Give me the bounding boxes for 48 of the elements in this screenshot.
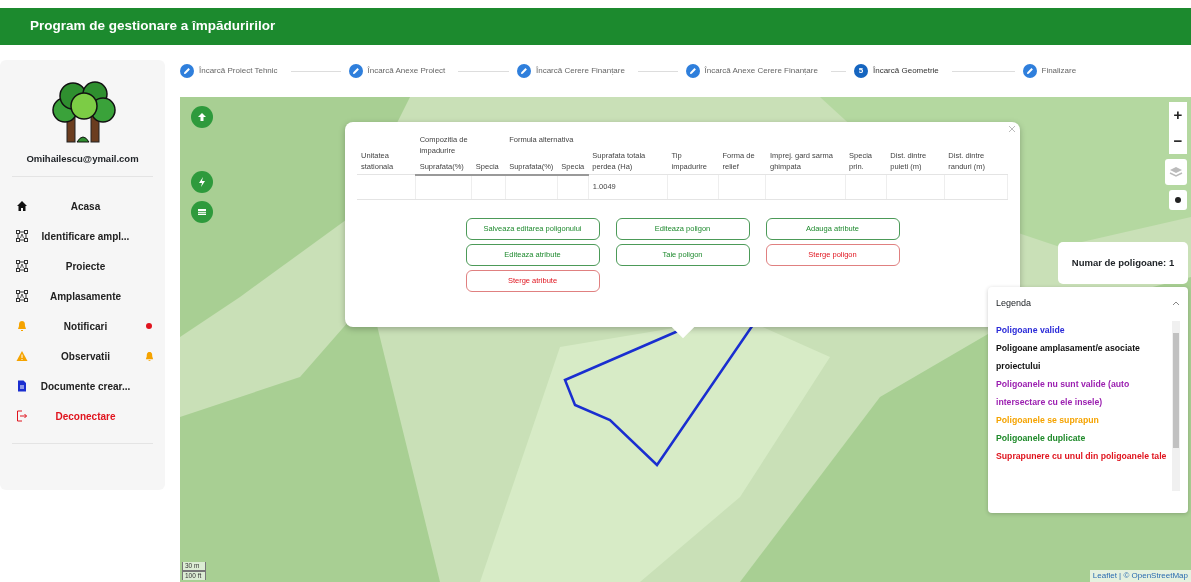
stepper-step[interactable]: Încarcă Anexe Proiect	[348, 64, 517, 78]
polygon-count: Numar de poligoane: 1	[1058, 242, 1188, 284]
stepper-step[interactable]: Finalizare	[1022, 64, 1191, 78]
legend-item: Poligoanele nu sunt valide (auto intersectare cu ele insele)	[996, 377, 1131, 409]
legend-item: Poligoane amplasament/e asociate proiectului	[996, 341, 1141, 373]
marker-button[interactable]	[1169, 190, 1187, 210]
pencil-icon	[688, 67, 697, 75]
warning-icon	[16, 350, 28, 363]
pencil-icon	[183, 67, 191, 75]
list-icon	[197, 207, 207, 217]
pencil-icon	[520, 67, 528, 75]
app-title: Program de gestionare a împăduririlor	[30, 17, 276, 36]
legend-item: Poligoanele se suprapun	[996, 413, 1100, 427]
pencil-icon	[351, 67, 360, 75]
sidebar-item[interactable]: Deconectare	[0, 401, 165, 432]
layers-icon	[1169, 166, 1183, 178]
stepper-step[interactable]: Încarcă Cerere Finanțare	[517, 64, 686, 78]
map-attribution: Leaflet | © OpenStreetMap	[1089, 570, 1191, 582]
collapse-icon[interactable]	[1172, 301, 1180, 307]
frame-icon	[16, 230, 28, 243]
frame-icon	[16, 260, 28, 273]
sidebar-item[interactable]: Amplasamente	[0, 281, 165, 312]
layers-button[interactable]	[1165, 159, 1187, 185]
scrollbar[interactable]	[1172, 320, 1180, 491]
legend-item: Suprapunere cu unul din poligoanele tale	[996, 449, 1168, 463]
sidebar-item[interactable]: Acasa	[0, 191, 165, 222]
pencil-icon	[1025, 67, 1034, 75]
logout-icon	[16, 410, 28, 423]
legend-title: Legenda	[996, 297, 1032, 310]
stepper-step[interactable]: Încarcă Proiect Tehnic	[180, 64, 349, 78]
sidebar-item[interactable]: Notificari	[0, 311, 165, 342]
home-icon	[16, 200, 28, 213]
sidebar-item[interactable]: Observatii	[0, 341, 165, 372]
sidebar-item[interactable]: Proiecte	[0, 251, 165, 282]
stepper-step[interactable]: Încarcă Anexe Cerere Finanțare	[685, 64, 854, 78]
bell-icon	[16, 320, 28, 333]
user-email: Omihailescu@ymail.com	[25, 152, 140, 166]
sidebar-item[interactable]: Identificare ampl...	[0, 221, 165, 252]
frame-icon	[16, 290, 28, 303]
stepper-step[interactable]: 5 Încarcă Geometrie	[854, 64, 1023, 78]
close-icon[interactable]	[1009, 126, 1015, 132]
upload-icon	[197, 112, 207, 122]
legend-item: Poligoane valide	[996, 323, 1066, 337]
legend-item: Poligoanele duplicate	[996, 431, 1087, 445]
dot-icon	[1175, 197, 1181, 203]
sidebar-item[interactable]: Documente crear...	[0, 371, 165, 402]
lightning-icon	[197, 177, 207, 187]
document-icon	[16, 380, 28, 393]
